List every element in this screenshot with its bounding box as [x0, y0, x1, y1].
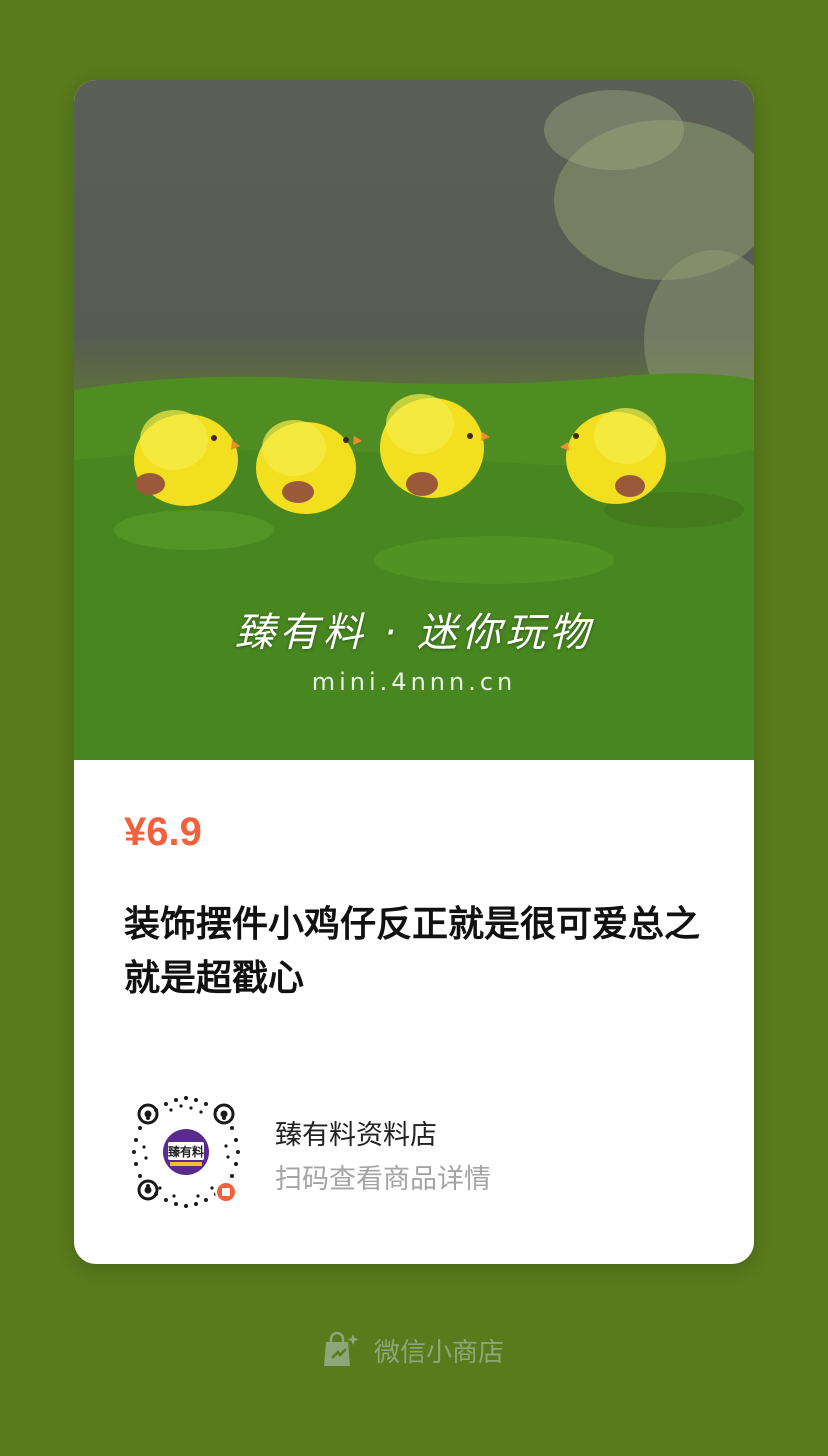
shopping-bag-icon: [324, 1331, 359, 1366]
product-price: ¥6.9: [124, 810, 202, 854]
shop-name: 臻有料资料店: [275, 1120, 437, 1151]
image-watermark-brand: 臻有料 · 迷你玩物: [234, 610, 594, 656]
footer-label: 微信小商店: [374, 1337, 505, 1368]
product-title: 装饰摆件小鸡仔反正就是很可爱总之就是超戳心: [124, 904, 701, 999]
product-photo-illustration: [74, 90, 754, 760]
product-image: 臻有料 · 迷你玩物 mini.4nnn.cn: [74, 80, 754, 760]
product-card[interactable]: 臻有料 · 迷你玩物 mini.4nnn.cn ¥6.9 装饰摆件小鸡仔反正就是…: [74, 80, 754, 1264]
scan-hint: 扫码查看商品详情: [275, 1164, 491, 1195]
wechat-store-footer: 微信小商店: [320, 1328, 504, 1372]
qr-logo-text: 臻有料: [168, 1144, 204, 1159]
qr-code[interactable]: 臻有料: [126, 1092, 246, 1212]
image-watermark-url: mini.4nnn.cn: [311, 668, 517, 696]
